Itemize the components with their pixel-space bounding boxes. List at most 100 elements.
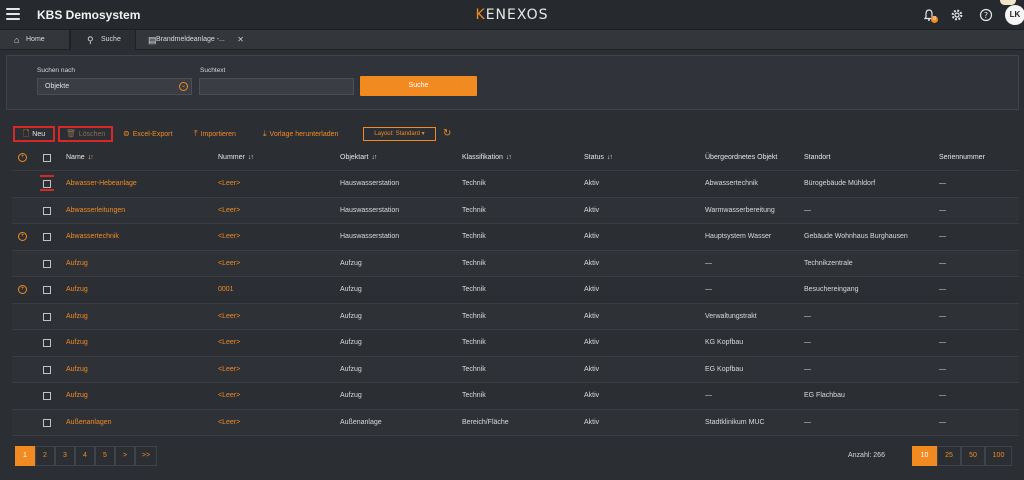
table-row[interactable]: Außenanlagen <Leer> Außenanlage Bereich/… xyxy=(12,409,1019,436)
table-row[interactable]: Aufzug <Leer> Aufzug Technik Aktiv — Tec… xyxy=(12,250,1019,277)
row-checkbox[interactable] xyxy=(43,206,51,215)
row-name-link[interactable]: Aufzug xyxy=(66,383,216,409)
row-nummer: <Leer> xyxy=(218,365,241,373)
column-label: Status xyxy=(584,154,604,161)
table-row[interactable]: Aufzug <Leer> Aufzug Technik Aktiv KG Ko… xyxy=(12,330,1019,357)
table-row[interactable]: Aufzug <Leer> Aufzug Technik Aktiv Verwa… xyxy=(12,303,1019,330)
sort-icon[interactable]: ↓↑ xyxy=(607,154,613,161)
suchen-nach-select[interactable]: Objekte ⌄ xyxy=(37,78,192,95)
row-checkbox[interactable] xyxy=(43,365,51,374)
tab-brandmeldeanlage[interactable]: ▤ Brandmeldeanlage -... ✕ xyxy=(136,30,248,50)
select-all-checkbox[interactable] xyxy=(43,154,51,162)
row-select[interactable] xyxy=(40,171,54,197)
row-name-link[interactable]: Aufzug xyxy=(66,357,216,383)
row-seriennummer: — xyxy=(939,206,946,214)
page-button[interactable]: 4 xyxy=(75,446,95,466)
sort-icon[interactable]: ↓↑ xyxy=(248,154,254,161)
row-checkbox[interactable] xyxy=(43,339,51,347)
row-name-link[interactable]: Aufzug xyxy=(66,251,216,277)
row-nummer: <Leer> xyxy=(218,312,241,320)
row-name-link[interactable]: Abwassertechnik xyxy=(66,224,216,250)
avatar[interactable]: LK xyxy=(1005,5,1024,25)
row-select[interactable] xyxy=(40,224,54,250)
page-size-option[interactable]: 25 xyxy=(937,446,961,466)
gear-icon[interactable] xyxy=(950,8,964,22)
tab-suche[interactable]: ⚲ Suche xyxy=(70,30,136,50)
neu-button[interactable]: 🗋 Neu xyxy=(13,126,55,142)
row-name-link[interactable]: Aufzug xyxy=(66,277,216,303)
row-select[interactable] xyxy=(40,383,54,409)
sort-icon[interactable]: ↓↑ xyxy=(371,154,377,161)
row-select[interactable] xyxy=(40,304,54,330)
more-icon[interactable]: ••• xyxy=(1000,0,1016,5)
row-uebergeordnet: Abwassertechnik xyxy=(705,180,758,187)
sort-icon[interactable]: ↓↑ xyxy=(506,154,512,161)
row-checkbox[interactable] xyxy=(43,286,51,294)
table-row[interactable]: Abwasserleitungen <Leer> Hauswasserstati… xyxy=(12,197,1019,224)
row-checkbox[interactable] xyxy=(43,418,51,427)
importieren-button[interactable]: ⤒ Importieren xyxy=(194,126,236,142)
close-icon[interactable]: ✕ xyxy=(237,30,244,50)
table-row[interactable]: Abwasser-Hebeanlage <Leer> Hauswassersta… xyxy=(12,171,1019,198)
help-icon[interactable]: ? xyxy=(979,8,993,22)
row-checkbox[interactable] xyxy=(43,392,51,400)
row-expand[interactable]: + xyxy=(18,224,30,250)
row-checkbox[interactable] xyxy=(43,180,51,188)
expand-all-cell[interactable]: + xyxy=(18,145,30,170)
select-all-cell[interactable] xyxy=(40,145,54,170)
column-header-klassifikation[interactable]: Klassifikation ↓↑ xyxy=(462,145,580,170)
column-header-nummer[interactable]: Nummer ↓↑ xyxy=(218,145,336,170)
expand-all-icon[interactable]: + xyxy=(18,153,27,162)
row-select[interactable] xyxy=(40,251,54,277)
row-name-link[interactable]: Aufzug xyxy=(66,304,216,330)
row-name-link[interactable]: Abwasser-Hebeanlage xyxy=(66,171,216,197)
row-select[interactable] xyxy=(40,330,54,356)
table-row[interactable]: + Abwassertechnik <Leer> Hauswasserstati… xyxy=(12,224,1019,251)
suche-button[interactable]: Suche xyxy=(360,76,477,96)
page-button[interactable]: 2 xyxy=(35,446,55,466)
page-button[interactable]: 3 xyxy=(55,446,75,466)
column-header-uebergeordnet[interactable]: Übergeordnetes Objekt xyxy=(705,145,803,170)
last-page-button[interactable]: >> xyxy=(135,446,157,466)
table-row[interactable]: Aufzug <Leer> Aufzug Technik Aktiv — EG … xyxy=(12,383,1019,410)
expand-icon[interactable]: + xyxy=(18,232,27,241)
vorlage-herunterladen-button[interactable]: ⤓ Vorlage herunterladen xyxy=(263,126,338,142)
next-page-button[interactable]: > xyxy=(115,446,135,466)
page-size-option[interactable]: 50 xyxy=(961,446,985,466)
page-size-option[interactable]: 10 xyxy=(912,446,937,466)
layout-dropdown[interactable]: Layout: Standard ▾ xyxy=(363,127,436,141)
tab-home[interactable]: ⌂ Home xyxy=(12,30,70,50)
row-select[interactable] xyxy=(40,357,54,383)
row-uebergeordnet: Stadtklinikum MUC xyxy=(705,418,765,426)
new-document-icon: 🗋 xyxy=(22,129,30,138)
column-header-seriennummer[interactable]: Seriennummer xyxy=(939,145,1017,170)
column-header-standort[interactable]: Standort xyxy=(804,145,936,170)
row-select[interactable] xyxy=(40,198,54,224)
row-name-link[interactable]: Aufzug xyxy=(66,330,216,356)
sort-icon[interactable]: ↓↑ xyxy=(88,154,94,161)
expand-icon[interactable]: + xyxy=(18,285,27,294)
table-row[interactable]: + Aufzug 0001 Aufzug Technik Aktiv — Bes… xyxy=(12,277,1019,304)
row-select[interactable] xyxy=(40,410,54,436)
page-button[interactable]: 1 xyxy=(15,446,35,466)
row-expand[interactable]: + xyxy=(18,277,30,303)
row-checkbox[interactable] xyxy=(43,259,51,268)
page-button[interactable]: 5 xyxy=(95,446,115,466)
row-klassifikation: Technik xyxy=(462,259,486,267)
excel-export-button[interactable]: ⊜ Excel-Export xyxy=(123,126,172,142)
row-name-link[interactable]: Abwasserleitungen xyxy=(66,198,216,224)
row-select[interactable] xyxy=(40,277,54,303)
row-checkbox[interactable] xyxy=(43,312,51,321)
suchtext-input[interactable] xyxy=(199,78,354,95)
refresh-icon[interactable]: ↻ xyxy=(443,126,451,142)
table-row[interactable]: Aufzug <Leer> Aufzug Technik Aktiv EG Ko… xyxy=(12,356,1019,383)
loeschen-button[interactable]: 🗑 Löschen xyxy=(58,126,113,142)
row-objektart: Hauswasserstation xyxy=(340,180,400,187)
column-header-status[interactable]: Status ↓↑ xyxy=(584,145,702,170)
column-header-name[interactable]: Name ↓↑ xyxy=(66,145,216,170)
page-size-option[interactable]: 100 xyxy=(985,446,1012,466)
bell-icon[interactable]: 8 xyxy=(922,8,938,23)
row-name-link[interactable]: Außenanlagen xyxy=(66,410,216,436)
column-header-objektart[interactable]: Objektart ↓↑ xyxy=(340,145,458,170)
row-checkbox[interactable] xyxy=(43,233,51,241)
